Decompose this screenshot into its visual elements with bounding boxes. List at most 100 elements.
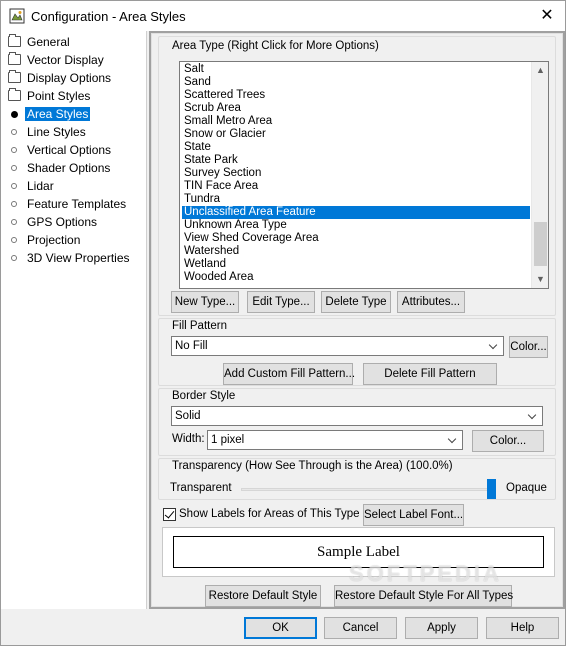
list-item[interactable]: Watershed bbox=[182, 245, 530, 258]
list-item[interactable]: Scattered Trees bbox=[182, 89, 530, 102]
fill-pattern-value: No Fill bbox=[175, 340, 208, 352]
show-labels-label: Show Labels for Areas of This Type bbox=[179, 508, 360, 520]
close-icon[interactable]: ✕ bbox=[529, 1, 565, 31]
opaque-label: Opaque bbox=[506, 482, 547, 494]
watermark: SOFTPEDIA bbox=[349, 561, 502, 586]
list-item-selected[interactable]: Unclassified Area Feature bbox=[182, 206, 530, 219]
nav-item-3d-view-properties[interactable]: 3D View Properties bbox=[1, 249, 147, 267]
restore-default-all-types-button[interactable]: Restore Default Style For All Types bbox=[334, 585, 513, 607]
transparency-slider-thumb[interactable] bbox=[487, 479, 496, 499]
nav-item-label: Line Styles bbox=[27, 125, 86, 139]
border-width-select[interactable]: 1 pixel bbox=[207, 430, 463, 450]
nav-item-area-styles[interactable]: Area Styles bbox=[1, 105, 147, 123]
add-custom-fill-pattern-button[interactable]: Add Custom Fill Pattern... bbox=[223, 363, 355, 385]
folder-icon bbox=[8, 70, 21, 83]
list-item[interactable]: Snow or Glacier bbox=[182, 128, 530, 141]
nav-item-label: Lidar bbox=[27, 179, 54, 193]
list-item[interactable]: Wooded Area bbox=[182, 271, 530, 284]
settings-nav-tree: General Vector Display Display Options P… bbox=[1, 31, 147, 609]
configuration-dialog: Configuration - Area Styles ✕ General Ve… bbox=[0, 0, 566, 646]
transparent-label: Transparent bbox=[170, 482, 232, 494]
fill-pattern-select[interactable]: No Fill bbox=[171, 336, 504, 356]
settings-content: Area Type (Right Click for More Options)… bbox=[149, 31, 565, 609]
nav-item-feature-templates[interactable]: Feature Templates bbox=[1, 195, 147, 213]
show-labels-checkbox[interactable] bbox=[163, 508, 176, 521]
border-style-heading: Border Style bbox=[172, 390, 236, 402]
border-color-button[interactable]: Color... bbox=[472, 430, 544, 452]
restore-default-style-button[interactable]: Restore Default Style bbox=[205, 585, 321, 607]
border-width-value: 1 pixel bbox=[211, 434, 245, 446]
folder-icon bbox=[8, 88, 21, 101]
border-style-section: Border Style Solid Width: 1 pixel Color.… bbox=[158, 388, 556, 456]
list-item[interactable]: Sand bbox=[182, 76, 530, 89]
transparency-section: Transparency (How See Through is the Are… bbox=[158, 458, 556, 500]
border-style-value: Solid bbox=[175, 410, 201, 422]
nav-item-label: Projection bbox=[27, 233, 81, 247]
folder-icon bbox=[8, 34, 21, 47]
nav-item-label: Vector Display bbox=[27, 53, 104, 67]
chevron-down-icon bbox=[446, 431, 460, 449]
cancel-button[interactable]: Cancel bbox=[324, 617, 397, 639]
edit-type-button[interactable]: Edit Type... bbox=[247, 291, 315, 313]
bullet-icon bbox=[11, 129, 17, 135]
border-style-select[interactable]: Solid bbox=[171, 406, 543, 426]
bullet-icon bbox=[11, 201, 17, 207]
new-type-button[interactable]: New Type... bbox=[171, 291, 239, 313]
list-scrollbar[interactable]: ▲ ▼ bbox=[531, 62, 548, 288]
fill-color-button[interactable]: Color... bbox=[509, 336, 548, 358]
apply-button[interactable]: Apply bbox=[405, 617, 478, 639]
delete-fill-pattern-button[interactable]: Delete Fill Pattern bbox=[363, 363, 497, 385]
fill-pattern-heading: Fill Pattern bbox=[172, 320, 227, 332]
ok-button[interactable]: OK bbox=[244, 617, 317, 639]
attributes-button[interactable]: Attributes... bbox=[397, 291, 465, 313]
list-item[interactable]: State Park bbox=[182, 154, 530, 167]
nav-item-label: 3D View Properties bbox=[27, 251, 130, 265]
delete-type-button[interactable]: Delete Type bbox=[321, 291, 391, 313]
app-icon bbox=[9, 8, 25, 24]
bullet-icon bbox=[11, 111, 18, 118]
list-item[interactable]: Tundra bbox=[182, 193, 530, 206]
nav-item-point-styles[interactable]: Point Styles bbox=[1, 87, 147, 105]
bullet-icon bbox=[11, 147, 17, 153]
area-styles-panel: Area Type (Right Click for More Options)… bbox=[151, 33, 563, 607]
bullet-icon bbox=[11, 237, 17, 243]
nav-item-vertical-options[interactable]: Vertical Options bbox=[1, 141, 147, 159]
nav-item-line-styles[interactable]: Line Styles bbox=[1, 123, 147, 141]
nav-item-label: Display Options bbox=[27, 71, 112, 85]
list-item[interactable]: TIN Face Area bbox=[182, 180, 530, 193]
list-item[interactable]: Salt bbox=[182, 63, 530, 76]
list-item[interactable]: Wetland bbox=[182, 258, 530, 271]
chevron-down-icon bbox=[526, 407, 540, 425]
select-label-font-button[interactable]: Select Label Font... bbox=[363, 504, 464, 526]
bullet-icon bbox=[11, 219, 17, 225]
help-button[interactable]: Help bbox=[486, 617, 559, 639]
bullet-icon bbox=[11, 165, 17, 171]
nav-item-general[interactable]: General bbox=[1, 33, 147, 51]
scroll-down-icon[interactable]: ▼ bbox=[532, 271, 548, 288]
area-type-list[interactable]: Salt Sand Scattered Trees Scrub Area Sma… bbox=[179, 61, 549, 289]
nav-item-projection[interactable]: Projection bbox=[1, 231, 147, 249]
nav-item-lidar[interactable]: Lidar bbox=[1, 177, 147, 195]
list-item[interactable]: Scrub Area bbox=[182, 102, 530, 115]
scroll-up-icon[interactable]: ▲ bbox=[532, 62, 548, 79]
list-item[interactable]: Small Metro Area bbox=[182, 115, 530, 128]
bullet-icon bbox=[11, 255, 17, 261]
folder-icon bbox=[8, 52, 21, 65]
list-item[interactable]: View Shed Coverage Area bbox=[182, 232, 530, 245]
bullet-icon bbox=[11, 183, 17, 189]
list-item[interactable]: Unknown Area Type bbox=[182, 219, 530, 232]
nav-item-vector-display[interactable]: Vector Display bbox=[1, 51, 147, 69]
nav-item-shader-options[interactable]: Shader Options bbox=[1, 159, 147, 177]
scroll-thumb[interactable] bbox=[534, 222, 547, 266]
nav-item-gps-options[interactable]: GPS Options bbox=[1, 213, 147, 231]
title-bar: Configuration - Area Styles ✕ bbox=[1, 1, 565, 31]
nav-item-label: General bbox=[27, 35, 70, 49]
width-label: Width: bbox=[172, 433, 205, 445]
window-title: Configuration - Area Styles bbox=[31, 9, 186, 24]
transparency-slider-track[interactable] bbox=[241, 488, 496, 491]
list-item[interactable]: Survey Section bbox=[182, 167, 530, 180]
list-item[interactable]: State bbox=[182, 141, 530, 154]
nav-item-label: Shader Options bbox=[27, 161, 111, 175]
nav-item-label: GPS Options bbox=[27, 215, 98, 229]
nav-item-display-options[interactable]: Display Options bbox=[1, 69, 147, 87]
